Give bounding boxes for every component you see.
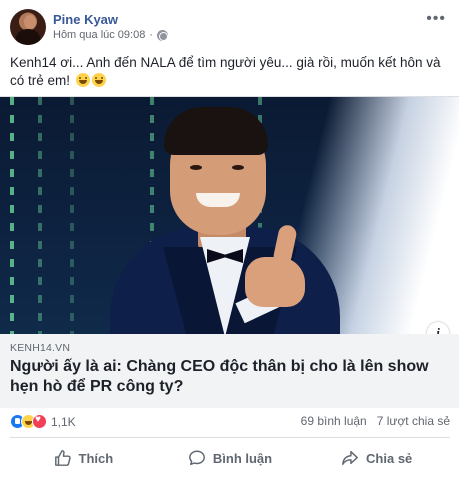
link-headline[interactable]: Người ấy là ai: Chàng CEO độc thân bị ch…: [10, 357, 449, 397]
reaction-count[interactable]: 1,1K: [51, 415, 76, 429]
like-button[interactable]: Thích: [10, 442, 157, 474]
like-button-label: Thích: [78, 450, 114, 466]
grinning-sweat-emoji-icon: [91, 73, 106, 87]
post-timestamp[interactable]: Hôm qua lúc 09:08: [53, 29, 145, 41]
link-preview-details[interactable]: KENH14.VN Người ấy là ai: Chàng CEO độc …: [0, 334, 459, 408]
reactions-summary[interactable]: 1,1K: [10, 414, 76, 429]
comment-button-label: Bình luận: [212, 450, 273, 466]
post-meta: Hôm qua lúc 09:08 ·: [53, 29, 169, 41]
engagement-counts: 69 bình luận 7 lượt chia sẻ: [301, 414, 450, 428]
globe-icon[interactable]: [157, 29, 169, 41]
author-avatar[interactable]: [10, 9, 46, 45]
share-button-label: Chia sẻ: [366, 450, 413, 466]
post-header: Pine Kyaw Hôm qua lúc 09:08 · •••: [10, 9, 450, 49]
comment-icon: [188, 450, 205, 466]
link-domain: KENH14.VN: [10, 342, 71, 354]
facebook-post-card: Pine Kyaw Hôm qua lúc 09:08 · ••• Kenh14…: [0, 0, 459, 480]
link-preview[interactable]: i KENH14.VN Người ấy là ai: Chàng CEO độ…: [0, 96, 459, 408]
link-preview-image[interactable]: i: [0, 97, 459, 334]
share-icon: [342, 450, 358, 466]
comment-button[interactable]: Bình luận: [157, 442, 304, 474]
share-button[interactable]: Chia sẻ: [303, 442, 450, 474]
post-message-text: Kenh14 ơi... Anh đến NALA để tìm người y…: [10, 55, 441, 88]
share-count[interactable]: 7 lượt chia sẻ: [377, 414, 450, 428]
love-reaction-icon: [32, 414, 47, 429]
comment-count[interactable]: 69 bình luận: [301, 414, 367, 428]
more-options-icon[interactable]: •••: [426, 11, 446, 27]
post-actions: Thích Bình luận Chia sẻ: [10, 442, 450, 474]
author-name[interactable]: Pine Kyaw: [53, 12, 118, 27]
divider: [10, 437, 450, 438]
post-stats: 1,1K 69 bình luận 7 lượt chia sẻ: [10, 412, 450, 432]
post-message: Kenh14 ơi... Anh đến NALA để tìm người y…: [10, 54, 450, 90]
grinning-sweat-emoji-icon: [75, 73, 90, 87]
thumbs-up-icon: [54, 450, 71, 466]
